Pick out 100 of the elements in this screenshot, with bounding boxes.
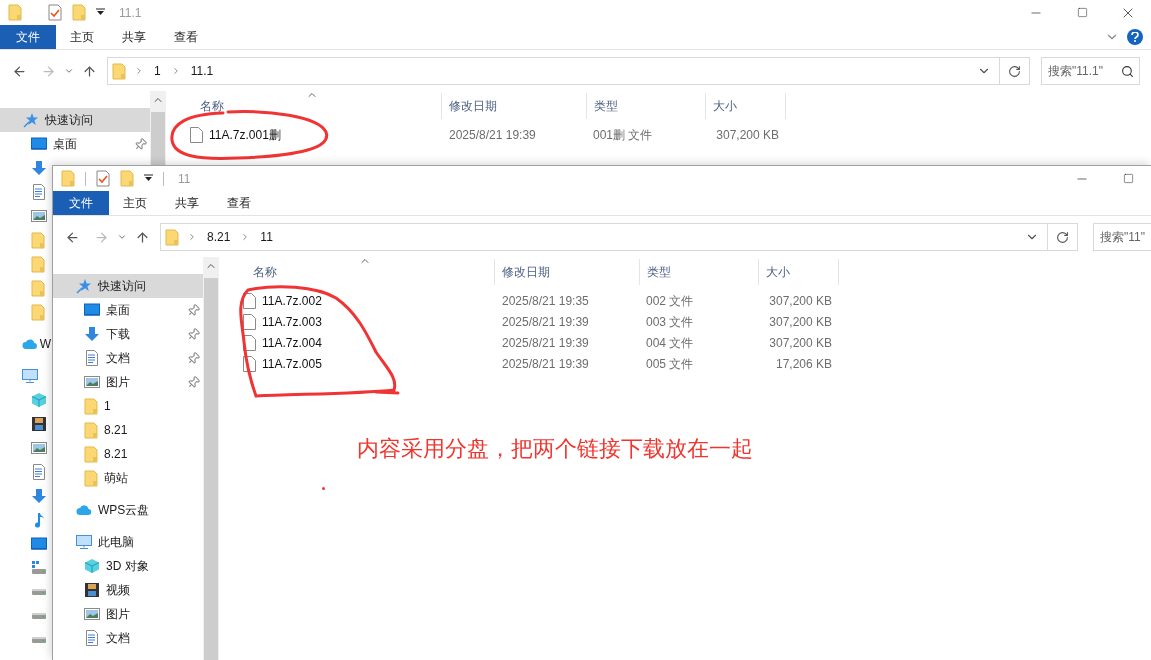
file-name[interactable]: 11A.7z.005 [262, 354, 322, 373]
back-icon[interactable] [12, 63, 27, 79]
sidebar-item[interactable]: WPS云盘 [53, 498, 203, 522]
dot-mark [322, 487, 325, 490]
search-field[interactable]: 搜索"11.1" [1041, 57, 1140, 85]
sidebar-item[interactable]: 文档 [53, 626, 203, 650]
back-icon[interactable] [65, 229, 80, 245]
column-header[interactable]: 大小 [706, 93, 786, 119]
dropdown-icon[interactable] [96, 8, 105, 17]
file-name[interactable]: 11A.7z.001删 [209, 125, 281, 144]
help-icon[interactable] [1127, 29, 1143, 45]
ribbon-tab[interactable]: 文件 [0, 25, 56, 49]
arrow-down-icon [84, 326, 100, 342]
search-field[interactable]: 搜索"11" [1093, 223, 1151, 251]
sidebar-item[interactable]: 8.21 [53, 442, 203, 466]
column-header[interactable]: 修改日期 [442, 93, 587, 119]
sidebar-item[interactable]: 图片 [53, 370, 203, 394]
refresh-button[interactable] [1048, 223, 1078, 251]
file-name[interactable]: 11A.7z.002 [262, 291, 322, 310]
ribbon-tab[interactable]: 主页 [56, 25, 108, 49]
forward-icon[interactable] [94, 229, 109, 245]
document-icon [84, 630, 100, 646]
checklist-icon[interactable] [96, 170, 110, 187]
address-bar[interactable]: 1 11.1 [107, 57, 1000, 85]
annotation-text: 内容采用分盘，把两个链接下载放在一起 [357, 435, 753, 463]
refresh-button[interactable] [1000, 57, 1030, 85]
computer-icon [76, 534, 92, 550]
chevron-down-icon[interactable] [117, 232, 127, 242]
chevron-down-icon[interactable] [64, 66, 74, 76]
checklist-icon[interactable] [48, 4, 62, 21]
sidebar-item[interactable]: W [0, 332, 51, 356]
sidebar-item[interactable]: 图片 [53, 602, 203, 626]
ribbon-tab[interactable]: 共享 [161, 191, 213, 215]
column-header[interactable]: 修改日期 [495, 259, 640, 285]
sidebar-item[interactable]: 桌面 [53, 298, 203, 322]
ribbon-tab[interactable]: 查看 [160, 25, 212, 49]
picture-icon [31, 208, 47, 224]
chevron-right-icon [187, 232, 197, 242]
arrow-down-icon [31, 160, 47, 176]
column-header[interactable]: 名称 [219, 259, 495, 285]
monitor-icon [31, 136, 47, 152]
ribbon-tab[interactable]: 文件 [53, 191, 109, 215]
breadcrumb-item[interactable]: 1 [152, 62, 163, 80]
column-header[interactable]: 名称 [166, 93, 442, 119]
maximize-icon[interactable] [1076, 7, 1088, 18]
type-cell-text: 002 文件 [645, 292, 695, 310]
breadcrumb-item[interactable]: 11 [258, 228, 275, 246]
network-drive-icon [31, 560, 47, 576]
ribbon-tab[interactable]: 主页 [109, 191, 161, 215]
sidebar-item[interactable]: 此电脑 [53, 530, 203, 554]
size-cell-text: 307,200 KB [768, 292, 833, 310]
folder-icon [112, 62, 126, 80]
up-icon[interactable] [82, 63, 97, 79]
folder-icon [84, 469, 98, 487]
sidebar-item[interactable]: 桌面 [0, 132, 150, 156]
scrollbar[interactable] [203, 257, 219, 660]
refresh-icon[interactable] [1008, 64, 1021, 78]
drive-icon [31, 636, 47, 644]
ribbon-tab[interactable]: 共享 [108, 25, 160, 49]
document-icon [31, 464, 47, 480]
sidebar-item[interactable]: 快速访问 [0, 108, 150, 132]
file-icon [243, 313, 256, 330]
folder-icon [165, 228, 179, 246]
column-header[interactable]: 类型 [640, 259, 759, 285]
sidebar-item[interactable]: 3D 对象 [53, 554, 203, 578]
film-icon [84, 582, 100, 598]
sidebar-item[interactable]: 视频 [53, 578, 203, 602]
column-header[interactable]: 类型 [587, 93, 706, 119]
ribbon-tab[interactable]: 查看 [213, 191, 265, 215]
date-cell-text: 2025/8/21 19:39 [448, 126, 537, 144]
cloud-icon [76, 502, 92, 518]
forward-icon[interactable] [41, 63, 56, 79]
file-name[interactable]: 11A.7z.004 [262, 333, 322, 352]
up-icon[interactable] [135, 229, 150, 245]
breadcrumb-item[interactable]: 11.1 [188, 62, 216, 80]
folder-icon [31, 255, 45, 273]
cube-icon [31, 392, 47, 408]
column-header[interactable]: 大小 [759, 259, 839, 285]
size-cell-text: 307,200 KB [768, 313, 833, 331]
sidebar-item[interactable]: 文档 [53, 346, 203, 370]
breadcrumb-item[interactable]: 8.21 [205, 228, 233, 246]
sidebar-item[interactable]: 萌站 [53, 466, 203, 490]
sidebar-item[interactable]: 8.21 [53, 418, 203, 442]
sidebar-item[interactable]: 1 [53, 394, 203, 418]
sidebar-item[interactable]: 快速访问 [53, 274, 203, 298]
refresh-icon[interactable] [1056, 230, 1069, 244]
search-icon[interactable] [1121, 64, 1134, 78]
star-icon [76, 278, 92, 294]
computer-icon [22, 368, 38, 384]
picture-icon [84, 606, 100, 622]
file-icon [190, 126, 203, 143]
file-name[interactable]: 11A.7z.003 [262, 312, 322, 331]
address-bar[interactable]: 8.21 11 [160, 223, 1048, 251]
dropdown-icon[interactable] [144, 174, 153, 183]
scroll-thumb[interactable] [204, 278, 218, 660]
folder-icon [72, 4, 86, 21]
picture-icon [31, 440, 47, 456]
maximize-icon[interactable] [1122, 173, 1134, 184]
sidebar-item[interactable]: 下载 [53, 322, 203, 346]
folder-icon [31, 231, 45, 249]
